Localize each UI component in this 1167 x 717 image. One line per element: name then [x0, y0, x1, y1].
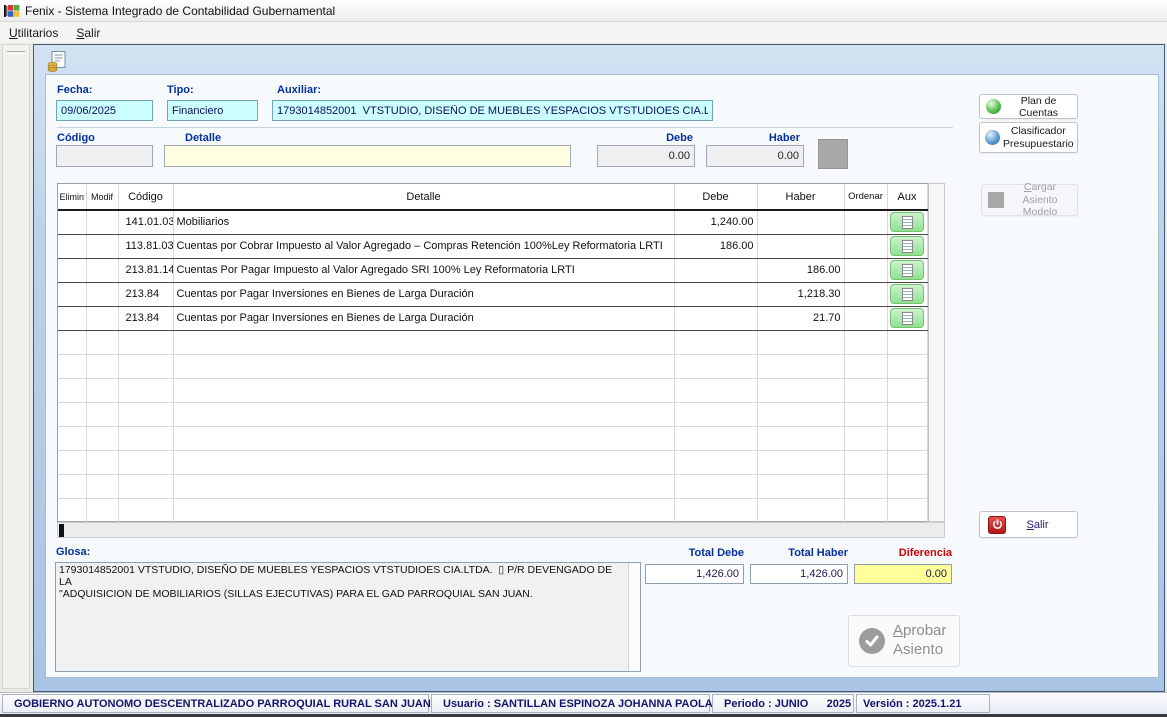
menu-utilitarios[interactable]: Utilitarios	[0, 24, 67, 42]
auxiliar-input[interactable]	[272, 100, 713, 121]
header-detalle: Detalle	[173, 184, 674, 210]
glosa-scrollbar[interactable]	[628, 563, 640, 671]
diferencia-field	[854, 564, 952, 584]
glosa-textarea[interactable]: 1793014852001 VTSTUDIO, DISEÑO DE MUEBLE…	[55, 562, 641, 672]
scrollbar-thumb[interactable]	[59, 524, 64, 537]
glosa-label: Glosa:	[56, 546, 90, 558]
salir-button[interactable]: Salir	[979, 511, 1078, 538]
codigo-input[interactable]	[56, 145, 153, 167]
aux-document-icon	[902, 288, 913, 301]
table-vertical-scrollbar[interactable]	[928, 183, 945, 522]
table-row-empty[interactable]	[58, 474, 927, 498]
entries-table: Elimin Modif Código Detalle Debe Haber O…	[57, 183, 928, 522]
aprobar-asiento-button[interactable]: AprobarAsiento	[848, 615, 960, 667]
table-row-empty[interactable]	[58, 354, 927, 378]
plan-de-cuentas-label: Plan de Cuentas	[1006, 95, 1071, 119]
title-bar[interactable]: Fenix - Sistema Integrado de Contabilida…	[0, 0, 1167, 22]
menu-salir[interactable]: Salir	[67, 24, 109, 42]
total-debe-field	[645, 564, 744, 584]
tipo-label: Tipo:	[167, 84, 194, 96]
clasificador-label: ClasificadorPresupuestario	[1003, 125, 1074, 150]
codigo-label: Código	[57, 132, 95, 144]
total-haber-label: Total Haber	[751, 547, 848, 559]
header-haber: Haber	[757, 184, 844, 210]
table-row-empty[interactable]	[58, 426, 927, 450]
cargar-asiento-label: Cargar AsientoModelo	[1009, 181, 1071, 219]
status-period: 31 Periodo : JUNIO 2025	[712, 694, 854, 713]
table-horizontal-scrollbar[interactable]	[57, 522, 945, 538]
total-debe-label: Total Debe	[646, 547, 744, 559]
aux-button[interactable]	[890, 212, 924, 232]
gray-square-icon	[988, 192, 1004, 208]
window-flag-icon	[4, 4, 20, 18]
header-codigo: Código	[118, 184, 173, 210]
table-row-empty[interactable]	[58, 402, 927, 426]
aux-document-icon	[902, 240, 913, 253]
table-row-empty[interactable]	[58, 450, 927, 474]
table-row-empty[interactable]	[58, 498, 927, 522]
panel-splitter-grip[interactable]	[7, 51, 25, 54]
header-ordenar: Ordenar	[844, 184, 887, 210]
document-coins-icon[interactable]	[46, 50, 68, 72]
menu-bar: Utilitarios Salir	[0, 22, 1167, 43]
header-aux: Aux	[887, 184, 927, 210]
status-version: Versión : 2025.1.21	[856, 694, 990, 713]
aux-button[interactable]	[890, 284, 924, 304]
aux-document-icon	[902, 264, 913, 277]
application-window: Fenix - Sistema Integrado de Contabilida…	[0, 0, 1167, 717]
detalle-input[interactable]	[164, 145, 571, 167]
aux-document-icon	[902, 312, 913, 325]
fecha-label: Fecha:	[57, 84, 92, 96]
left-collapsed-panel	[2, 44, 30, 689]
header-elimin: Elimin	[58, 184, 86, 210]
status-bar: GOBIERNO AUTONOMO DESCENTRALIZADO PARROQ…	[0, 692, 1167, 714]
status-entity: GOBIERNO AUTONOMO DESCENTRALIZADO PARROQ…	[2, 694, 429, 713]
header-modif: Modif	[86, 184, 118, 210]
cargar-asiento-modelo-button[interactable]: Cargar AsientoModelo	[981, 184, 1078, 216]
status-user: Usuario : SANTILLAN ESPINOZA JOHANNA PAO…	[431, 694, 710, 713]
window-title: Fenix - Sistema Integrado de Contabilida…	[25, 4, 335, 18]
table-row-empty[interactable]	[58, 378, 927, 402]
table-row[interactable]: 213.84 Cuentas por Pagar Inversiones en …	[58, 282, 927, 306]
salir-label: Salir	[1006, 519, 1069, 531]
green-sphere-icon	[986, 99, 1001, 114]
haber-label: Haber	[745, 132, 800, 144]
aprobar-label: AprobarAsiento	[893, 622, 946, 660]
separator-line	[57, 127, 953, 128]
add-line-button[interactable]	[818, 139, 848, 169]
haber-input[interactable]	[706, 145, 804, 167]
aux-document-icon	[902, 216, 913, 229]
table-header-row: Elimin Modif Código Detalle Debe Haber O…	[58, 184, 927, 210]
clasificador-presupuestario-button[interactable]: ClasificadorPresupuestario	[979, 122, 1078, 153]
diferencia-label: Diferencia	[854, 547, 952, 559]
fecha-input[interactable]	[56, 100, 153, 121]
debe-label: Debe	[640, 132, 693, 144]
blue-sphere-icon	[985, 130, 1000, 145]
table-row[interactable]: 213.81.14 Cuentas Por Pagar Impuesto al …	[58, 258, 927, 282]
table-row-empty[interactable]	[58, 330, 927, 354]
power-icon	[988, 516, 1006, 534]
debe-input[interactable]	[597, 145, 695, 167]
table-row[interactable]: 141.01.03 Mobiliarios 1,240.00	[58, 210, 927, 234]
total-haber-field	[750, 564, 848, 584]
check-circle-icon	[859, 628, 885, 654]
aux-button[interactable]	[890, 260, 924, 280]
auxiliar-label: Auxiliar:	[277, 84, 321, 96]
header-debe: Debe	[674, 184, 757, 210]
table-row[interactable]: 113.81.03 Cuentas por Cobrar Impuesto al…	[58, 234, 927, 258]
detalle-label: Detalle	[185, 132, 221, 144]
table-row[interactable]: 213.84 Cuentas por Pagar Inversiones en …	[58, 306, 927, 330]
aux-button[interactable]	[890, 308, 924, 328]
aux-button[interactable]	[890, 236, 924, 256]
plan-de-cuentas-button[interactable]: Plan de Cuentas	[979, 94, 1078, 119]
tipo-input[interactable]	[167, 100, 258, 121]
